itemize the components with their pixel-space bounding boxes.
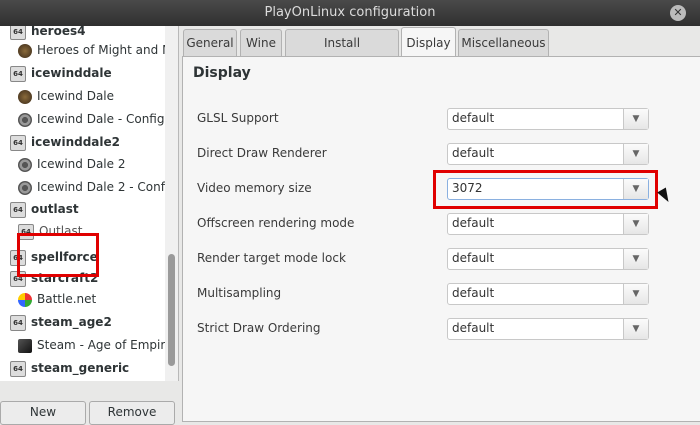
category-steam-age2[interactable]: 64 steam_age2: [10, 311, 174, 334]
64-bit-icon: 64: [18, 223, 34, 240]
game-icon: [18, 89, 32, 104]
category-outlast[interactable]: 64 outlast: [10, 198, 174, 221]
chevron-down-icon[interactable]: ▼: [623, 249, 648, 269]
64-bit-icon: 64: [10, 201, 26, 218]
section-title: Display: [193, 65, 251, 81]
strict-draw-ordering-value: default: [452, 321, 495, 335]
strict-draw-ordering-select[interactable]: default ▼: [447, 318, 649, 340]
glsl-support-select[interactable]: default ▼: [447, 108, 649, 130]
remove-button[interactable]: Remove: [89, 401, 175, 425]
render-target-mode-lock-select[interactable]: default ▼: [447, 248, 649, 270]
tab-display[interactable]: Display: [401, 27, 456, 58]
64-bit-icon: 64: [10, 26, 26, 40]
tab-miscellaneous[interactable]: Miscellaneous: [458, 29, 549, 56]
render-target-mode-lock-value: default: [452, 251, 495, 265]
chevron-down-icon[interactable]: ▼: [623, 319, 648, 339]
setting-label-offscreen: Offscreen rendering mode: [197, 216, 355, 230]
list-item-icewind-dale-2-config[interactable]: Icewind Dale 2 - Config: [18, 176, 178, 199]
tab-install-components[interactable]: Install components: [285, 29, 399, 76]
list-item-steam-age-of-empires[interactable]: Steam - Age of Empires: [18, 334, 178, 357]
setting-label-multisampling: Multisampling: [197, 286, 282, 300]
64-bit-icon: 64: [10, 134, 26, 151]
close-button[interactable]: ✕: [670, 5, 686, 21]
installed-apps-list[interactable]: 64heroes4 Heroes of Might and Magic 64ic…: [0, 26, 179, 381]
category-icewinddale[interactable]: 64 icewinddale: [10, 62, 174, 85]
list-item-icewind-dale-2[interactable]: Icewind Dale 2: [18, 153, 178, 176]
64-bit-icon: 64: [10, 360, 26, 377]
new-button[interactable]: New: [0, 401, 86, 425]
setting-label-ddr: Direct Draw Renderer: [197, 146, 327, 160]
64-bit-icon: 64: [10, 270, 26, 287]
sidebar-scrollbar[interactable]: [165, 26, 178, 381]
setting-label-render-target: Render target mode lock: [197, 251, 346, 265]
steam-icon: [18, 338, 32, 353]
close-icon: ✕: [673, 6, 683, 19]
window-titlebar: PlayOnLinux configuration ✕: [0, 0, 700, 26]
category-steam-generic[interactable]: 64 steam_generic: [10, 357, 174, 380]
display-settings-panel: Display GLSL Support default ▼ Direct Dr…: [182, 56, 700, 422]
category-spellforce[interactable]: 64 spellforce: [10, 246, 174, 269]
chevron-down-icon[interactable]: ▼: [623, 109, 648, 129]
window-title: PlayOnLinux configuration: [264, 5, 436, 20]
64-bit-icon: 64: [10, 65, 26, 82]
chevron-down-icon[interactable]: ▼: [623, 179, 648, 199]
multisampling-select[interactable]: default ▼: [447, 283, 649, 305]
chevron-down-icon[interactable]: ▼: [623, 214, 648, 234]
gear-icon: [18, 157, 32, 172]
tab-wine[interactable]: Wine: [240, 29, 282, 56]
video-memory-size-value: 3072: [452, 181, 483, 195]
list-item-icewind-dale[interactable]: Icewind Dale: [18, 85, 178, 108]
direct-draw-renderer-select[interactable]: default ▼: [447, 143, 649, 165]
list-item-icewind-dale-config[interactable]: Icewind Dale - Config: [18, 108, 178, 131]
tab-general[interactable]: General: [183, 29, 237, 56]
64-bit-icon: 64: [10, 249, 26, 266]
list-item-outlast[interactable]: 64 Outlast: [18, 220, 178, 243]
offscreen-rendering-mode-value: default: [452, 216, 495, 230]
setting-label-video-memory: Video memory size: [197, 181, 312, 195]
list-item-battlenet[interactable]: Battle.net: [18, 288, 178, 311]
gear-icon: [18, 112, 32, 127]
glsl-support-value: default: [452, 111, 495, 125]
sidebar-scrollbar-thumb[interactable]: [168, 254, 175, 366]
chevron-down-icon[interactable]: ▼: [623, 284, 648, 304]
multisampling-value: default: [452, 286, 495, 300]
direct-draw-renderer-value: default: [452, 146, 495, 160]
64-bit-icon: 64: [10, 314, 26, 331]
setting-label-glsl: GLSL Support: [197, 111, 279, 125]
chevron-down-icon[interactable]: ▼: [623, 144, 648, 164]
game-icon: [18, 43, 32, 58]
gear-icon: [18, 180, 32, 195]
setting-label-strict-draw: Strict Draw Ordering: [197, 321, 321, 335]
video-memory-size-select[interactable]: 3072 ▼: [447, 178, 649, 200]
offscreen-rendering-mode-select[interactable]: default ▼: [447, 213, 649, 235]
category-icewinddale2[interactable]: 64 icewinddale2: [10, 131, 174, 154]
list-item-heroes[interactable]: Heroes of Might and Magic: [18, 39, 178, 62]
battlenet-icon: [18, 292, 32, 307]
category-starcraft2[interactable]: 64 starcraft2: [10, 267, 174, 290]
